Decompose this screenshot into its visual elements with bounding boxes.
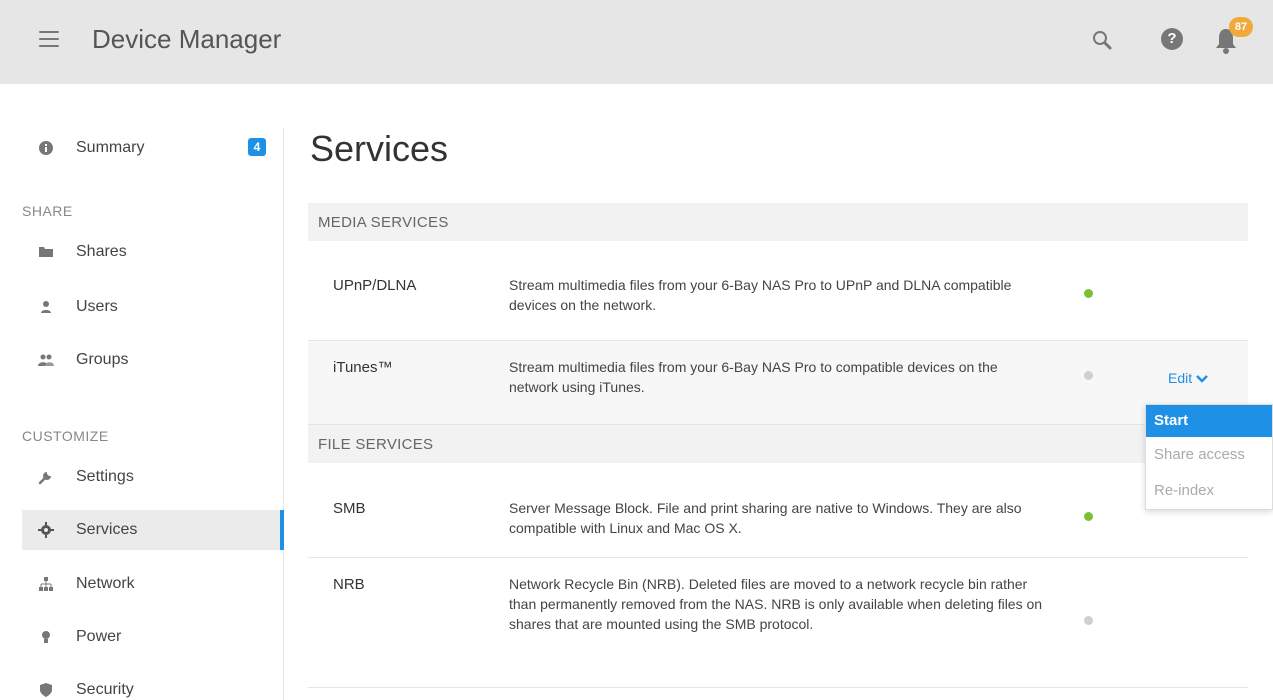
menu-item-share-access[interactable]: Share access bbox=[1146, 437, 1272, 473]
sidebar-item-summary[interactable]: Summary 4 bbox=[22, 128, 284, 168]
sidebar-item-label: Settings bbox=[76, 468, 134, 485]
bulb-icon bbox=[42, 631, 50, 643]
service-name: UPnP/DLNA bbox=[333, 277, 417, 294]
section-heading: FILE SERVICES bbox=[318, 436, 434, 453]
notification-count-badge: 87 bbox=[1229, 17, 1253, 37]
service-description: Stream multimedia files from your 6-Bay … bbox=[509, 359, 998, 395]
service-row-smb[interactable]: SMB Server Message Block. File and print… bbox=[308, 463, 1248, 558]
status-indicator-on bbox=[1084, 512, 1093, 521]
edit-dropdown-menu: Start Share access Re-index bbox=[1145, 404, 1273, 510]
sidebar-item-label: Network bbox=[76, 575, 135, 592]
edit-label: Edit bbox=[1168, 370, 1193, 386]
service-description: Server Message Block. File and print sha… bbox=[509, 500, 1022, 536]
edit-dropdown-button[interactable]: Edit bbox=[1168, 370, 1209, 386]
service-description: Stream multimedia files from your 6-Bay … bbox=[509, 277, 1012, 313]
sidebar-item-label: Shares bbox=[76, 243, 127, 260]
menu-item-re-index[interactable]: Re-index bbox=[1146, 473, 1272, 509]
service-row-upnp-dlna[interactable]: UPnP/DLNA Stream multimedia files from y… bbox=[308, 241, 1248, 341]
sidebar-item-network[interactable]: Network bbox=[22, 564, 284, 604]
sidebar-item-label: Users bbox=[76, 298, 118, 315]
hamburger-menu-icon[interactable] bbox=[39, 31, 59, 47]
wrench-icon bbox=[38, 472, 51, 485]
sidebar-item-label: Services bbox=[76, 521, 138, 538]
info-icon bbox=[39, 141, 53, 155]
sidebar-item-settings[interactable]: Settings bbox=[22, 457, 284, 497]
menu-item-start[interactable]: Start bbox=[1146, 405, 1272, 437]
sidebar-heading-share: SHARE bbox=[22, 203, 73, 219]
page-title: Services bbox=[310, 128, 449, 169]
sidebar-heading-customize: CUSTOMIZE bbox=[22, 428, 109, 444]
gear-icon bbox=[38, 522, 54, 538]
status-indicator-off bbox=[1084, 371, 1093, 380]
sidebar-item-shares[interactable]: Shares bbox=[22, 232, 284, 272]
sidebar-item-label: Summary bbox=[76, 139, 145, 156]
sidebar-item-power[interactable]: Power bbox=[22, 617, 284, 657]
sidebar-item-security[interactable]: Security bbox=[22, 670, 284, 700]
shield-icon bbox=[40, 683, 52, 697]
folder-icon bbox=[39, 247, 53, 257]
section-header-media-services: MEDIA SERVICES bbox=[308, 203, 1248, 241]
sidebar-item-users[interactable]: Users bbox=[22, 287, 284, 327]
sidebar-item-label: Security bbox=[76, 681, 134, 698]
service-row-itunes[interactable]: iTunes™ Stream multimedia files from you… bbox=[308, 341, 1248, 425]
sidebar-item-label: Groups bbox=[76, 351, 129, 368]
sidebar-divider bbox=[283, 128, 284, 700]
sidebar-item-label: Power bbox=[76, 628, 122, 645]
search-icon[interactable] bbox=[1090, 28, 1114, 52]
status-indicator-off bbox=[1084, 616, 1093, 625]
service-name: iTunes™ bbox=[333, 359, 393, 376]
service-description: Network Recycle Bin (NRB). Deleted files… bbox=[509, 576, 1043, 632]
section-heading: MEDIA SERVICES bbox=[318, 214, 449, 231]
app-title: Device Manager bbox=[92, 24, 282, 54]
user-icon bbox=[41, 301, 51, 313]
summary-count-badge: 4 bbox=[248, 138, 266, 156]
help-icon[interactable]: ? bbox=[1161, 28, 1183, 50]
sidebar-item-groups[interactable]: Groups bbox=[22, 340, 284, 380]
service-name: NRB bbox=[333, 576, 365, 593]
network-icon bbox=[39, 577, 53, 591]
service-name: SMB bbox=[333, 500, 366, 517]
chevron-down-icon bbox=[1196, 375, 1209, 384]
status-indicator-on bbox=[1084, 289, 1093, 298]
section-header-file-services: FILE SERVICES bbox=[308, 425, 1248, 463]
group-icon bbox=[38, 354, 54, 366]
top-bar: Device Manager ? 87 bbox=[0, 0, 1273, 84]
service-row-nrb[interactable]: NRB Network Recycle Bin (NRB). Deleted f… bbox=[308, 558, 1248, 688]
sidebar-item-services[interactable]: Services bbox=[22, 510, 284, 550]
